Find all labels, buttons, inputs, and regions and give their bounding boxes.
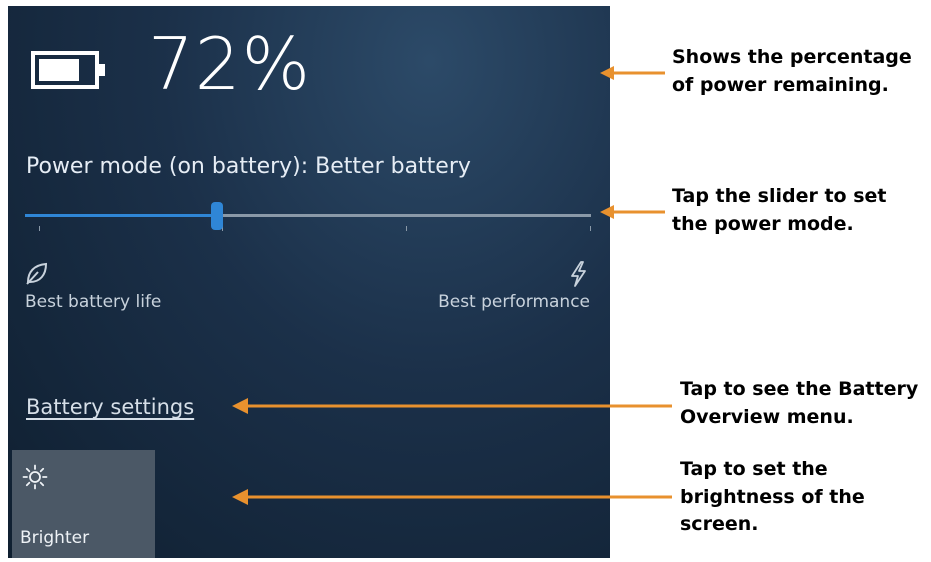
slider-thumb[interactable]: [211, 202, 223, 230]
best-battery-life-label: Best battery life: [25, 292, 162, 312]
slider-tick: [39, 226, 40, 231]
annotation-line: Overview menu.: [680, 405, 854, 428]
annotation-line: Tap the slider to set: [672, 185, 887, 207]
brightness-quick-action[interactable]: Brighter: [12, 450, 155, 558]
lightning-bolt-icon: [571, 261, 586, 287]
annotation-line: Tap to see the Battery: [680, 378, 919, 400]
leaf-icon: [26, 262, 48, 285]
slider-fill: [25, 214, 217, 217]
battery-flyout-panel: 72% Power mode (on battery): Better batt…: [8, 6, 610, 558]
annotation-line: Tap to set the: [680, 458, 828, 480]
annotation-line: of power remaining.: [672, 73, 889, 96]
battery-icon: [31, 51, 105, 89]
annotation-line: screen.: [680, 513, 759, 536]
battery-percentage: 72%: [148, 22, 312, 106]
slider-tick: [406, 226, 407, 231]
sun-icon: [22, 464, 48, 490]
annotation-line: the power mode.: [672, 212, 854, 235]
slider-tick: [590, 226, 591, 231]
power-mode-label: Power mode (on battery): Better battery: [26, 154, 471, 179]
battery-settings-link[interactable]: Battery settings: [26, 395, 194, 419]
annotation-line: brightness of the: [680, 485, 865, 508]
power-mode-slider[interactable]: [25, 202, 591, 242]
annotation-brightness: Tap to set the brightness of the screen.: [680, 456, 865, 539]
annotation-line: Shows the percentage: [672, 46, 912, 68]
brightness-label: Brighter: [20, 528, 90, 548]
annotation-battery-settings: Tap to see the Battery Overview menu.: [680, 376, 918, 431]
annotation-battery-percentage: Shows the percentage of power remaining.: [672, 44, 912, 99]
annotation-power-mode: Tap the slider to set the power mode.: [672, 183, 887, 238]
best-performance-label: Best performance: [438, 292, 590, 312]
